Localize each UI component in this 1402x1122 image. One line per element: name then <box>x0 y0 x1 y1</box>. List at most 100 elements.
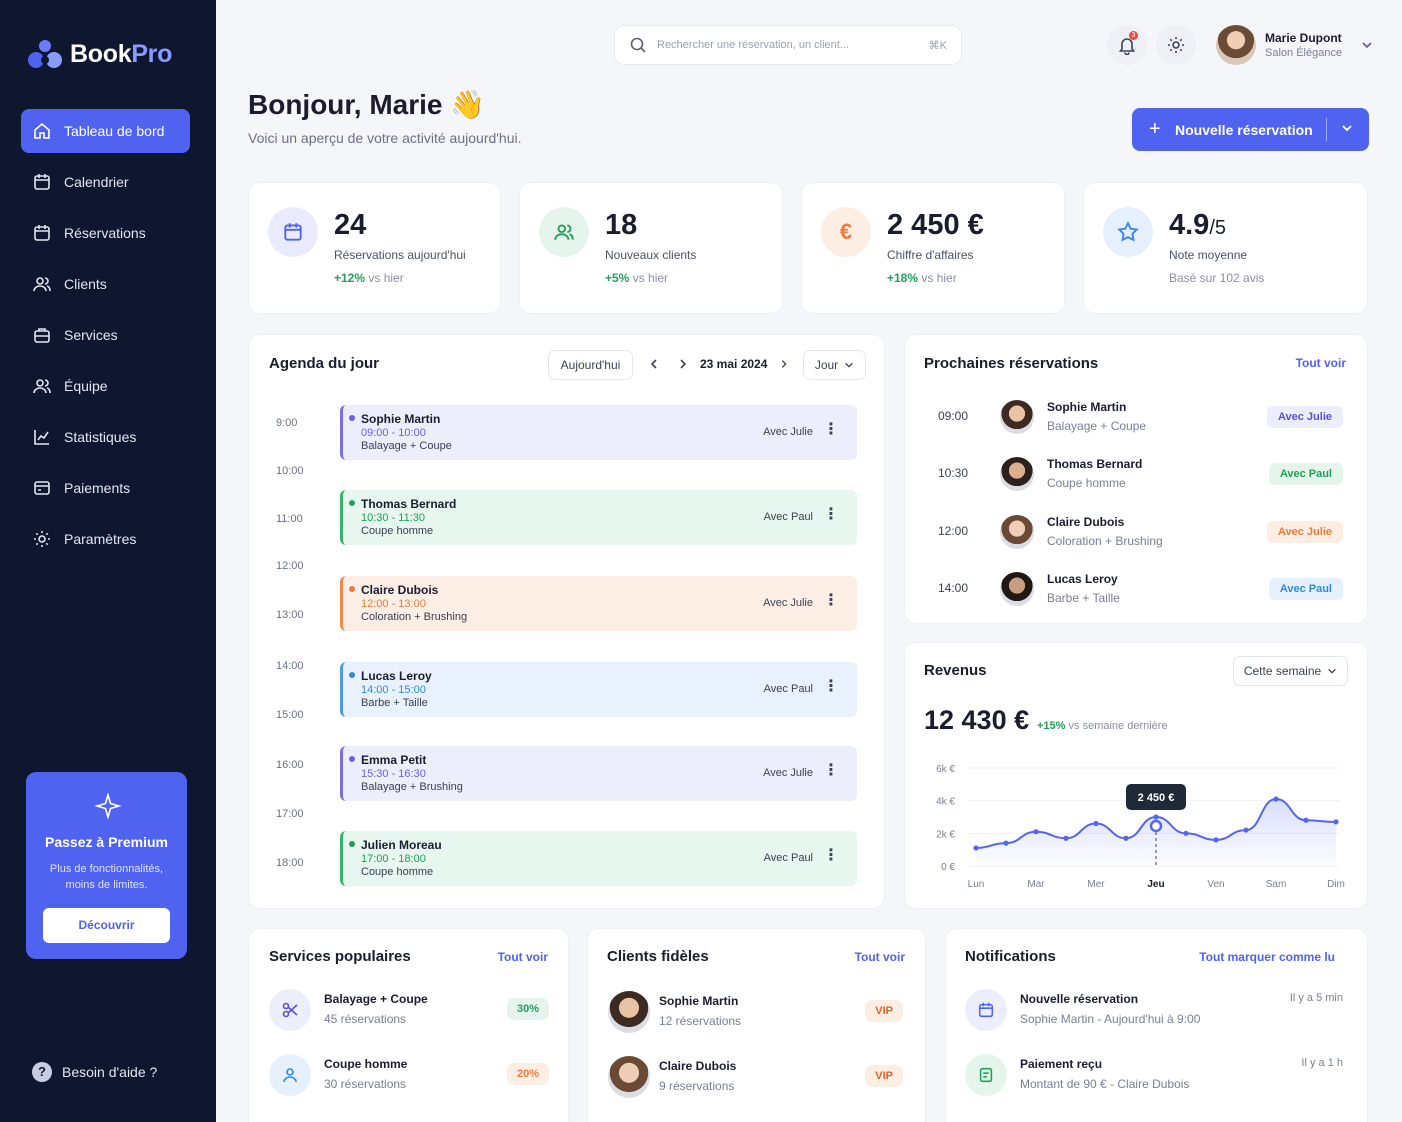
service-count: 45 réservations <box>324 1012 407 1026</box>
agenda-event[interactable]: Claire Dubois 12:00 - 13:00 Coloration +… <box>340 576 857 631</box>
settings-button[interactable] <box>1156 25 1196 65</box>
briefcase-icon <box>34 328 50 343</box>
upcoming-client: Thomas Bernard <box>1047 457 1143 471</box>
popular-services-card: Services populaires Tout voir Balayage +… <box>248 928 569 1122</box>
agenda-event[interactable]: Emma Petit 15:30 - 16:30 Balayage + Brus… <box>340 746 857 801</box>
logo-icon <box>28 40 62 68</box>
x-tick-label: Dim <box>1327 879 1345 890</box>
client-item[interactable]: Claire Dubois 9 réservations VIP <box>608 1056 903 1100</box>
vip-badge: VIP <box>865 1065 903 1087</box>
stat-value: 2 450 € <box>887 209 984 241</box>
sidebar-item-payments[interactable]: Paiements <box>21 466 190 510</box>
event-service: Coupe homme <box>361 525 434 537</box>
data-point <box>1303 817 1309 823</box>
search-shortcut: ⌘K <box>928 39 947 52</box>
y-tick-label: 0 € <box>941 862 955 873</box>
view-select[interactable]: Jour <box>803 350 866 380</box>
service-name: Balayage + Coupe <box>324 992 428 1006</box>
service-item[interactable]: Balayage + Coupe 45 réservations 30% <box>269 989 549 1033</box>
new-reservation-button[interactable]: + Nouvelle réservation <box>1132 108 1369 151</box>
sidebar: BookPro Tableau de bord Calendrier Réser… <box>0 0 216 1122</box>
hour-label: 10:00 <box>276 465 304 477</box>
x-tick-label: Ven <box>1207 879 1224 890</box>
upcoming-client: Sophie Martin <box>1047 400 1127 414</box>
event-client: Lucas Leroy <box>361 669 432 683</box>
stat-value: 4.9/5 <box>1169 209 1227 241</box>
event-service: Barbe + Taille <box>361 697 428 709</box>
stat-card-new-clients[interactable]: 18 Nouveaux clients +5% vs hier <box>519 182 783 314</box>
help-link[interactable]: ? Besoin d'aide ? <box>32 1062 157 1082</box>
notification-item[interactable]: Paiement reçu Montant de 90 € - Claire D… <box>965 1054 1343 1098</box>
event-dot <box>349 586 355 592</box>
app-logo[interactable]: BookPro <box>28 38 172 70</box>
more-icon[interactable]: ⋮ <box>823 677 839 697</box>
search-bar[interactable]: Rechercher une réservation, un client...… <box>614 25 962 65</box>
sidebar-item-label: Réservations <box>64 225 146 241</box>
upcoming-item[interactable]: 14:00 Lucas Leroy Barbe + Taille Avec Pa… <box>938 570 1343 610</box>
x-tick-label: Sam <box>1266 879 1287 890</box>
agenda-event[interactable]: Sophie Martin 09:00 - 10:00 Balayage + C… <box>340 405 857 460</box>
chevron-left-icon[interactable] <box>647 357 661 371</box>
staff-badge: Avec Julie <box>1266 406 1343 428</box>
help-icon: ? <box>32 1062 52 1082</box>
sidebar-item-calendar[interactable]: Calendrier <box>21 160 190 204</box>
staff-badge: Avec Julie <box>1266 521 1343 543</box>
help-label: Besoin d'aide ? <box>62 1064 158 1080</box>
data-point <box>1153 814 1159 820</box>
upcoming-item[interactable]: 12:00 Claire Dubois Coloration + Brushin… <box>938 513 1343 553</box>
highlight-point <box>1149 819 1163 833</box>
agenda-event[interactable]: Lucas Leroy 14:00 - 15:00 Barbe + Taille… <box>340 662 857 717</box>
payment-icon <box>965 1054 1007 1096</box>
sidebar-item-settings[interactable]: Paramètres <box>21 517 190 561</box>
stat-label: Nouveaux clients <box>605 248 697 262</box>
popular-services-see-all-link[interactable]: Tout voir <box>498 950 548 964</box>
more-icon[interactable]: ⋮ <box>823 761 839 781</box>
notification-title: Paiement reçu <box>1020 1057 1103 1071</box>
more-icon[interactable]: ⋮ <box>823 846 839 866</box>
event-staff: Avec Julie <box>763 597 813 609</box>
sidebar-item-reservations[interactable]: Réservations <box>21 211 190 255</box>
chevron-right-icon[interactable] <box>778 358 790 370</box>
chevron-down-icon[interactable] <box>1339 120 1355 136</box>
agenda-date: 23 mai 2024 <box>700 357 768 371</box>
today-button[interactable]: Aujourd'hui <box>548 350 633 380</box>
event-dot <box>349 841 355 847</box>
upcoming-time: 10:30 <box>938 466 969 480</box>
barber-icon <box>269 1054 311 1096</box>
more-icon[interactable]: ⋮ <box>823 591 839 611</box>
sidebar-item-dashboard[interactable]: Tableau de bord <box>21 109 190 153</box>
event-time: 10:30 - 11:30 <box>361 512 426 524</box>
agenda-title: Agenda du jour <box>269 355 379 372</box>
more-icon[interactable]: ⋮ <box>823 505 839 525</box>
stat-card-rating[interactable]: 4.9/5 Note moyenne Basé sur 102 avis <box>1083 182 1368 314</box>
upcoming-see-all-link[interactable]: Tout voir <box>1296 356 1346 370</box>
upcoming-item[interactable]: 09:00 Sophie Martin Balayage + Coupe Ave… <box>938 398 1343 438</box>
agenda-event[interactable]: Thomas Bernard 10:30 - 11:30 Coupe homme… <box>340 490 857 545</box>
loyal-clients-see-all-link[interactable]: Tout voir <box>855 950 905 964</box>
calendar-icon <box>965 989 1007 1031</box>
agenda-card: Agenda du jour Aujourd'hui 23 mai 2024 J… <box>248 334 885 909</box>
stat-card-reservations[interactable]: 24 Réservations aujourd'hui +12% vs hier <box>248 182 501 314</box>
more-icon[interactable]: ⋮ <box>823 420 839 440</box>
sidebar-item-services[interactable]: Services <box>21 313 190 357</box>
agenda-event[interactable]: Julien Moreau 17:00 - 18:00 Coupe homme … <box>340 831 857 886</box>
client-item[interactable]: Sophie Martin 12 réservations VIP <box>608 991 903 1035</box>
upcoming-client: Lucas Leroy <box>1047 572 1118 586</box>
upcoming-item[interactable]: 10:30 Thomas Bernard Coupe homme Avec Pa… <box>938 455 1343 495</box>
notifications-button[interactable]: 3 <box>1107 25 1147 65</box>
event-time: 14:00 - 15:00 <box>361 684 426 696</box>
search-input[interactable]: Rechercher une réservation, un client... <box>657 39 919 51</box>
sidebar-item-clients[interactable]: Clients <box>21 262 190 306</box>
notification-item[interactable]: Nouvelle réservation Sophie Martin - Auj… <box>965 989 1343 1033</box>
discover-button[interactable]: Découvrir <box>43 908 170 943</box>
sidebar-item-team[interactable]: Équipe <box>21 364 190 408</box>
mark-all-read-link[interactable]: Tout marquer comme lu <box>1199 950 1335 964</box>
upcoming-card: Prochaines réservations Tout voir 09:00 … <box>904 334 1368 624</box>
sidebar-item-statistics[interactable]: Statistiques <box>21 415 190 459</box>
chevron-right-icon[interactable] <box>676 357 690 371</box>
chevron-down-icon <box>845 362 853 368</box>
user-menu[interactable]: Marie Dupont Salon Élégance <box>1216 25 1373 65</box>
service-item[interactable]: Coupe homme 30 réservations 20% <box>269 1054 549 1098</box>
notification-desc: Sophie Martin - Aujourd'hui à 9:00 <box>1020 1012 1201 1026</box>
stat-card-revenue[interactable]: € 2 450 € Chiffre d'affaires +18% vs hie… <box>801 182 1065 314</box>
